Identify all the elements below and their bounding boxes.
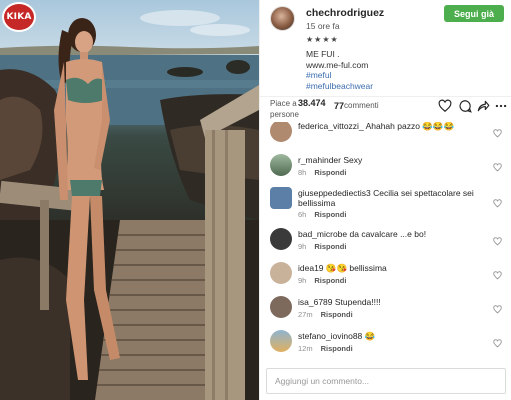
heart-icon[interactable] (493, 195, 502, 208)
comment-time: 9h (298, 276, 307, 285)
photo-scene (0, 10, 259, 400)
reply-link[interactable]: Rispondi (321, 310, 353, 319)
heart-icon[interactable] (493, 125, 502, 138)
reply-link[interactable]: Rispondi (314, 242, 346, 251)
kika-logo: KIKA (2, 2, 36, 32)
comment-item: stefano_iovino88 😂 12m Rispondi (260, 328, 511, 360)
reply-link[interactable]: Rispondi (321, 344, 353, 353)
comment-text: Sexy (343, 155, 363, 165)
post-photo: KIKA (0, 0, 259, 400)
comment-icon[interactable] (458, 99, 472, 113)
reply-link[interactable]: Rispondi (314, 168, 346, 177)
post-sidebar: chechrodriguez 15 ore fa ★★★★ ME FUI . w… (259, 0, 511, 400)
post-header: chechrodriguez 15 ore fa ★★★★ ME FUI . w… (260, 0, 511, 94)
commenter-avatar[interactable] (270, 154, 292, 176)
comment-list: federica_vittozzi_ Ahahah pazzo 😂😂😂 r_ma… (260, 122, 511, 366)
heart-icon[interactable] (493, 233, 502, 246)
comment-time: 6h (298, 210, 307, 219)
author-avatar[interactable] (270, 6, 295, 31)
comment-item: idea19 😘😘 bellissima 9h Rispondi (260, 260, 511, 292)
comment-item: r_mahinder Sexy 8h Rispondi (260, 152, 511, 184)
heart-icon[interactable] (493, 301, 502, 314)
comments-count: 77 (334, 101, 345, 111)
comment-item: bad_microbe da cavalcare ...e bo! 9h Risp… (260, 226, 511, 258)
likes-suffix: persone (270, 110, 299, 119)
commenter-avatar[interactable] (270, 187, 292, 209)
commenter-username[interactable]: idea19 (298, 263, 324, 273)
comment-text: Ahahah pazzo 😂😂😂 (365, 122, 455, 131)
heart-icon[interactable] (438, 99, 452, 113)
comment-text: Stupenda!!!! (334, 297, 381, 307)
comment-time: 8h (298, 168, 307, 177)
comments-label: commenti (344, 101, 379, 110)
hashtag-mefulbeachwear[interactable]: #mefulbeachwear (306, 81, 373, 91)
share-icon[interactable] (476, 99, 490, 113)
comment-time: 12m (298, 344, 313, 353)
heart-icon[interactable] (493, 335, 502, 348)
comment-text: 😘😘 bellissima (325, 263, 387, 273)
commenter-username[interactable]: isa_6789 (298, 297, 333, 307)
caption-website: www.me-ful.com (306, 60, 369, 70)
commenter-avatar[interactable] (270, 330, 292, 352)
commenter-username[interactable]: giuseppedediectis3 (298, 188, 371, 198)
post-stats: Piace a 38.474 persone 77 commenti (260, 96, 511, 120)
likes-prefix: Piace a (270, 99, 297, 108)
commenter-username[interactable]: federica_vittozzi_ (298, 122, 364, 131)
comment-time: 27m (298, 310, 313, 319)
hashtag-meful[interactable]: #meful (306, 70, 332, 80)
add-comment-input[interactable]: Aggiungi un commento... (266, 368, 506, 394)
author-username[interactable]: chechrodriguez (306, 7, 384, 19)
caption-line-1: ME FUI . (306, 49, 340, 59)
commenter-avatar[interactable] (270, 122, 292, 142)
commenter-avatar[interactable] (270, 228, 292, 250)
follow-button[interactable]: Segui già (444, 5, 504, 22)
commenter-avatar[interactable] (270, 296, 292, 318)
reply-link[interactable]: Rispondi (314, 276, 346, 285)
commenter-avatar[interactable] (270, 262, 292, 284)
logo-text: KIKA (6, 12, 32, 22)
heart-icon[interactable] (493, 159, 502, 172)
comment-item: giuseppedediectis3 Cecilia sei spettacol… (260, 185, 511, 219)
commenter-username[interactable]: r_mahinder (298, 155, 341, 165)
commenter-username[interactable]: stefano_iovino88 (298, 331, 362, 341)
commenter-username[interactable]: bad_microbe (298, 229, 347, 239)
comment-text: 😂 (364, 331, 376, 341)
comment-time: 9h (298, 242, 307, 251)
more-icon[interactable] (494, 99, 508, 113)
comment-text: da cavalcare ...e bo! (349, 229, 427, 239)
comment-item: isa_6789 Stupenda!!!! 27m Rispondi (260, 294, 511, 326)
caption-stars: ★★★★ (306, 35, 339, 44)
post-time: 15 ore fa (306, 21, 340, 31)
comment-item: federica_vittozzi_ Ahahah pazzo 😂😂😂 (260, 122, 511, 150)
likes-count[interactable]: 38.474 (298, 98, 326, 108)
reply-link[interactable]: Rispondi (314, 210, 346, 219)
heart-icon[interactable] (493, 267, 502, 280)
